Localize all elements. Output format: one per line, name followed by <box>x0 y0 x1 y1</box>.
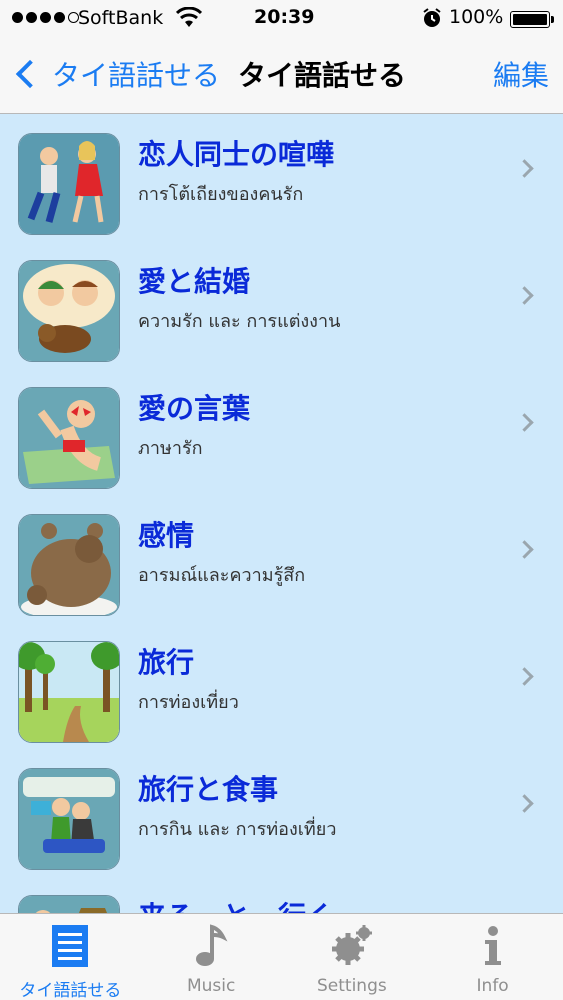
list-item-subtitle: ภาษารัก <box>138 438 203 459</box>
lovers-quarrel-thumbnail <box>18 133 120 235</box>
list-item-subtitle: การโต้เถียงของคนรัก <box>138 184 304 205</box>
list-item-subtitle: การกิน และ การท่องเที่ยว <box>138 819 337 840</box>
tab-label: タイ語話せる <box>19 981 122 1000</box>
back-button-label: タイ語話せる <box>52 59 221 92</box>
list-item-title: 愛の言葉 <box>138 392 251 425</box>
edit-button[interactable]: 編集 <box>493 54 549 94</box>
page-title: タイ語話せる <box>238 59 407 92</box>
chevron-right-icon <box>515 540 534 559</box>
tab-label: Settings <box>317 976 387 996</box>
list-item-title: 旅行と食事 <box>138 773 279 806</box>
list-item-subtitle: ความรัก และ การแต่งงาน <box>138 311 341 332</box>
phrase-category-list: 恋人同士の喧嘩 การโต้เถียงของคนรัก 愛と結婚 ความรัก… <box>0 115 563 913</box>
travel-thumbnail <box>18 641 120 743</box>
come-and-go-thumbnail <box>18 895 120 913</box>
back-button[interactable]: タイ語話せる <box>12 54 220 94</box>
chevron-right-icon <box>515 794 534 813</box>
status-time: 20:39 <box>254 6 315 28</box>
gear-icon <box>331 925 372 965</box>
chevron-right-icon <box>515 413 534 432</box>
list-item[interactable]: 旅行と食事 การกิน และ การท่องเที่ยว <box>0 750 563 877</box>
battery-icon <box>510 11 550 28</box>
list-item-title: 恋人同士の喧嘩 <box>138 138 335 171</box>
list-item[interactable]: 来る と 行く <box>0 877 563 913</box>
chevron-right-icon <box>515 159 534 178</box>
alarm-icon <box>423 8 441 27</box>
status-bar: SoftBank 20:39 100% <box>0 0 563 38</box>
love-words-thumbnail <box>18 387 120 489</box>
carrier-name: SoftBank <box>78 7 164 29</box>
tab-info[interactable]: Info <box>422 914 563 1000</box>
list-item-title: 来る と 行く <box>138 895 334 913</box>
tab-label: Info <box>476 976 509 996</box>
tab-thai-phrases[interactable]: タイ語話せる <box>0 914 141 1000</box>
list-item[interactable]: 愛と結婚 ความรัก และ การแต่งงาน <box>0 242 563 369</box>
list-icon <box>52 925 89 967</box>
chevron-right-icon <box>515 286 534 305</box>
emotions-thumbnail <box>18 514 120 616</box>
travel-and-meals-thumbnail <box>18 768 120 870</box>
list-item-subtitle: อารมณ์และความรู้สึก <box>138 565 306 586</box>
tab-music[interactable]: Music <box>141 914 282 1000</box>
list-item[interactable]: 旅行 การท่องเที่ยว <box>0 623 563 750</box>
love-and-marriage-thumbnail <box>18 260 120 362</box>
list-item-subtitle: การท่องเที่ยว <box>138 692 239 713</box>
info-icon <box>484 926 501 965</box>
signal-strength-icon <box>12 12 79 23</box>
tab-label: Music <box>186 976 236 996</box>
tab-bar: タイ語話せる Music Settings Info <box>0 913 563 1000</box>
chevron-left-icon <box>15 59 45 89</box>
list-item[interactable]: 愛の言葉 ภาษารัก <box>0 369 563 496</box>
music-note-icon <box>196 924 228 966</box>
list-item-title: 旅行 <box>138 646 195 679</box>
list-item[interactable]: 感情 อารมณ์และความรู้สึก <box>0 496 563 623</box>
list-item[interactable]: 恋人同士の喧嘩 การโต้เถียงของคนรัก <box>0 115 563 242</box>
wifi-icon <box>176 7 202 27</box>
battery-tip <box>551 16 554 23</box>
chevron-right-icon <box>515 667 534 686</box>
battery-percentage: 100% <box>449 6 504 28</box>
tab-settings[interactable]: Settings <box>282 914 423 1000</box>
list-item-title: 愛と結婚 <box>138 265 251 298</box>
navigation-bar: タイ語話せる タイ語話せる 編集 <box>0 38 563 114</box>
list-item-title: 感情 <box>138 519 195 552</box>
